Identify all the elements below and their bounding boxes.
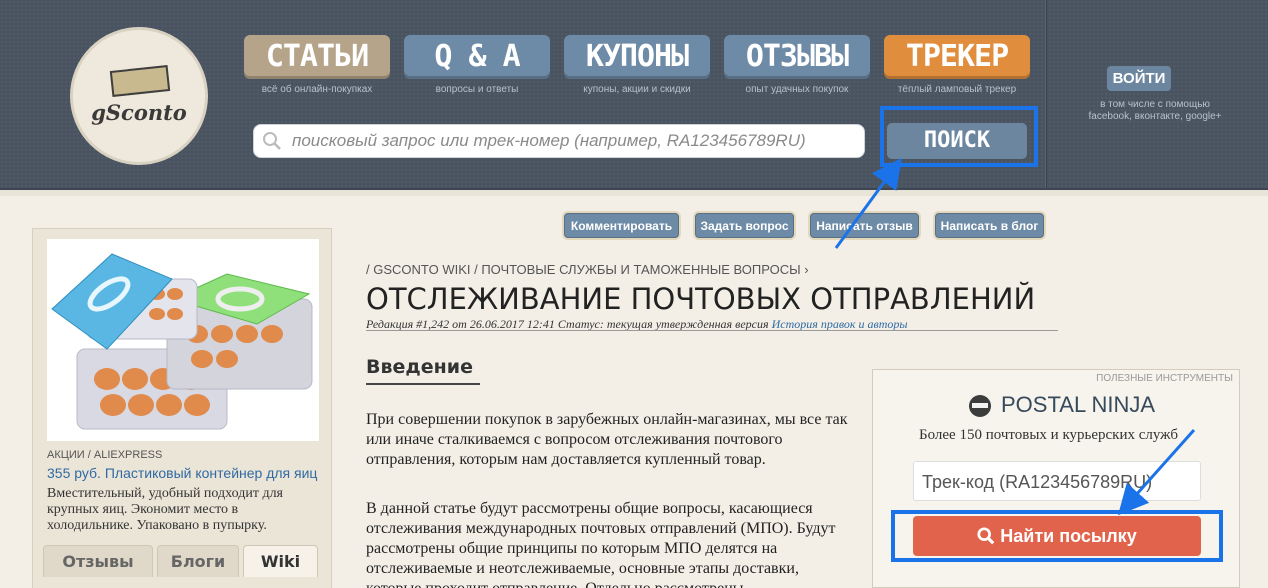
widget-title[interactable]: POSTAL NINJA [1001,392,1155,418]
widget-label: ПОЛЕЗНЫЕ ИНСТРУМЕНТЫ [1096,373,1233,384]
product-description: Вместительный, удобный подходит для круп… [47,486,283,533]
section-underline [366,383,480,385]
egg-container-image [51,253,313,430]
login-subtext-line1: в том числе с помощью [1100,99,1210,110]
nav-tracker-sub: тёплый ламповый трекер [897,84,1017,95]
header-divider [1045,0,1047,190]
nav-coupons-button[interactable]: КУПОНЫ [564,35,710,79]
search-highlight-box [880,106,1038,167]
search-icon [263,132,281,150]
track-code-placeholder: Трек-код (RA123456789RU) [922,472,1153,492]
site-logo[interactable]: gSconto [70,27,208,165]
nav-articles-sub: всё об онлайн-покупках [261,84,373,95]
product-category[interactable]: АКЦИИ / ALIEXPRESS [47,449,162,461]
tab-wiki[interactable]: Wiki [243,545,318,577]
product-image[interactable] [47,239,319,441]
ticket-icon [109,65,171,97]
find-parcel-highlight-box [891,510,1223,562]
login-button[interactable]: ВОЙТИ [1107,66,1171,91]
article-paragraph-2: В данной статье будут рассмотрены общие … [366,500,836,588]
nav-qa-sub: вопросы и ответы [435,84,519,95]
track-code-input[interactable]: Трек-код (RA123456789RU) [913,461,1201,501]
ninja-icon [969,395,991,417]
history-link[interactable]: История правок и авторы [772,317,908,331]
nav-coupons-sub: купоны, акции и скидки [583,84,691,95]
write-blog-button[interactable]: Написать в блог [935,213,1044,238]
ask-question-button[interactable]: Задать вопрос [695,213,794,238]
nav-tracker-button[interactable]: ТРЕКЕР [884,35,1030,79]
write-review-button[interactable]: Написать отзыв [810,213,919,238]
sidebar: АКЦИИ / ALIEXPRESS 355 руб. Пластиковый … [32,228,332,588]
revision-text: Редакция #1,242 от 26.06.2017 12:41 Стат… [366,317,769,331]
article-paragraph-1: При совершении покупок в зарубежных онла… [366,411,848,468]
logo-text: gSconto [91,100,187,125]
nav-articles-button[interactable]: СТАТЬИ [244,35,390,79]
page-title: ОТСЛЕЖИВАНИЕ ПОЧТОВЫХ ОТПРАВЛЕНИЙ [366,282,1036,316]
title-divider [366,330,1058,331]
comment-button[interactable]: Комментировать [564,213,679,238]
sidebar-tabs: Отзывы Блоги Wiki [43,545,318,585]
tab-blogs[interactable]: Блоги [157,545,239,577]
section-heading: Введение [366,356,473,378]
login-subtext-line2: facebook, вконтакте, google+ [1088,111,1222,122]
nav-qa-button[interactable]: Q & A [404,35,550,79]
search-input[interactable]: поисковый запрос или трек-номер (наприме… [253,124,865,158]
product-title-link[interactable]: 355 руб. Пластиковый контейнер для яиц [47,465,317,481]
nav-reviews-button[interactable]: ОТЗЫВЫ [724,35,870,79]
tab-reviews[interactable]: Отзывы [43,545,153,577]
header-bottom-border [0,188,1268,196]
search-placeholder: поисковый запрос или трек-номер (наприме… [292,131,806,150]
nav-reviews-sub: опыт удачных покупок [745,84,849,95]
breadcrumb[interactable]: / GSCONTO WIKI / ПОЧТОВЫЕ СЛУЖБЫ И ТАМОЖ… [366,262,809,277]
widget-subtitle: Более 150 почтовых и курьерских служб [919,427,1178,443]
login-subtext: в том числе с помощью facebook, вконтакт… [1075,99,1235,123]
